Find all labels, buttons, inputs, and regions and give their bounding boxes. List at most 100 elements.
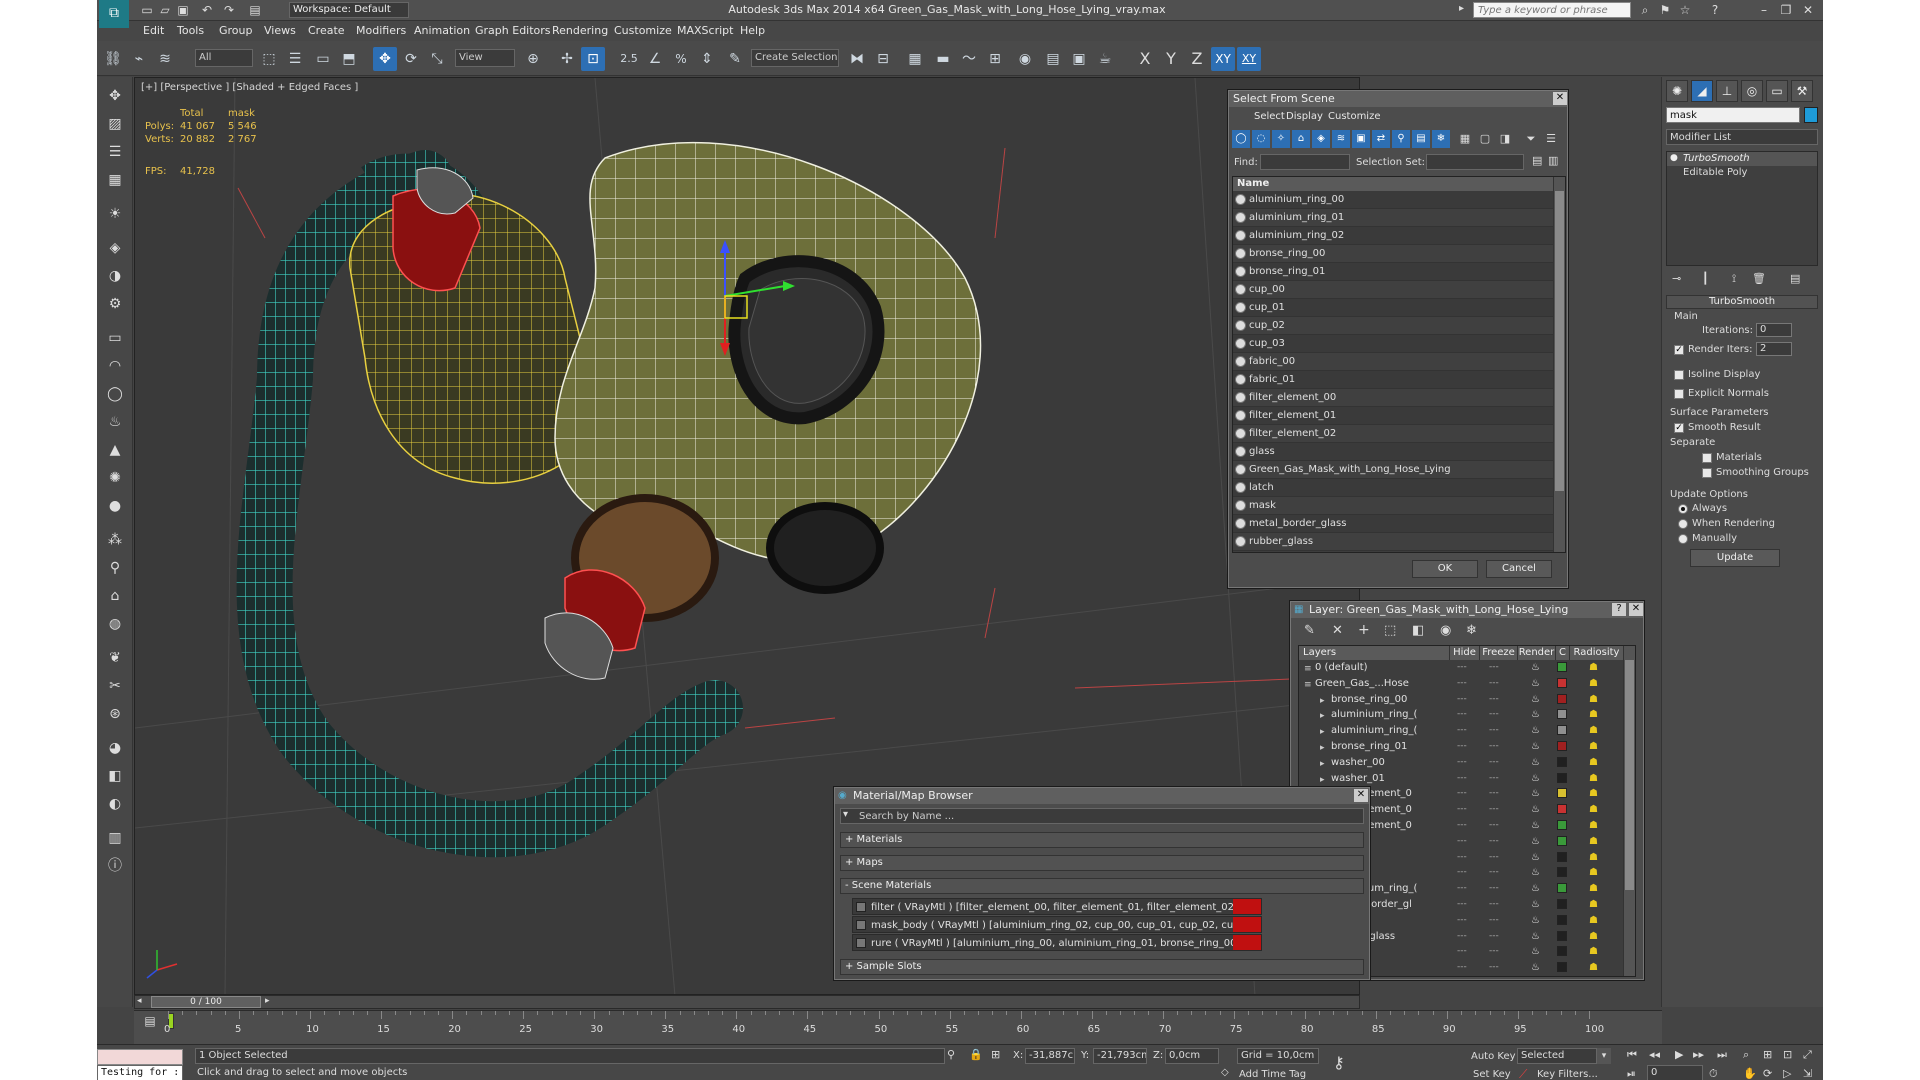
auto-key-button[interactable]: Auto Key <box>1471 1051 1516 1062</box>
sfs-list-item[interactable]: aluminium_ring_01 <box>1233 209 1553 227</box>
sfs-filter-lights-icon[interactable]: ✧ <box>1272 130 1290 148</box>
bone-icon[interactable]: ⚲ <box>104 557 126 579</box>
render-teapot-icon[interactable]: ♨ <box>1531 771 1540 786</box>
zoom-all-icon[interactable]: ⊞ <box>1763 1048 1772 1061</box>
sample-slots-section[interactable]: + Sample Slots <box>840 959 1364 975</box>
layer-color-swatch[interactable] <box>1557 788 1567 799</box>
freeze-toggle[interactable]: --- <box>1489 786 1499 801</box>
radiosity-lamp-icon[interactable]: ☗ <box>1589 660 1598 675</box>
particles-icon[interactable]: ⁂ <box>104 529 126 551</box>
radiosity-lamp-icon[interactable]: ☗ <box>1589 723 1598 738</box>
render-teapot-icon[interactable]: ♨ <box>1531 692 1540 707</box>
workspace-dropdown[interactable]: Workspace: Default <box>289 2 409 18</box>
radiosity-lamp-icon[interactable]: ☗ <box>1589 960 1598 975</box>
maxscript-listener-mini[interactable]: Testing for : <box>97 1065 183 1080</box>
hide-toggle[interactable]: --- <box>1457 960 1467 975</box>
x-coord-field[interactable]: -31,887cm <box>1025 1048 1075 1064</box>
sfs-hierarchy-icon[interactable]: ☰ <box>1542 130 1560 148</box>
freeze-toggle[interactable]: --- <box>1489 881 1499 896</box>
pan-icon[interactable]: ✋ <box>1743 1067 1757 1080</box>
dynamics-icon[interactable]: ⊛ <box>104 703 126 725</box>
materials-section[interactable]: + Materials <box>840 832 1364 848</box>
sfs-list-item[interactable]: aluminium_ring_00 <box>1233 191 1553 209</box>
time-slider-thumb[interactable]: 0 / 100 <box>151 996 261 1008</box>
mini-curve-editor-icon[interactable]: ▤ <box>136 1014 164 1030</box>
hide-toggle[interactable]: --- <box>1457 739 1467 754</box>
sfs-filter-helpers-icon[interactable]: ◈ <box>1312 130 1330 148</box>
subscription-icon[interactable]: ⚑ <box>1657 2 1673 18</box>
layer-color-swatch[interactable] <box>1557 962 1567 973</box>
freeze-toggle[interactable]: --- <box>1489 865 1499 880</box>
absolute-mode-icon[interactable]: ⊞ <box>991 1048 1000 1061</box>
select-by-name-icon[interactable]: ☰ <box>283 47 307 71</box>
sfs-select-all-icon[interactable]: ▦ <box>1456 130 1474 148</box>
key-mode-toggle-icon[interactable]: ⏯ <box>1627 1067 1636 1080</box>
axis-z-button[interactable]: Z <box>1185 47 1209 71</box>
list-icon[interactable]: ☰ <box>104 141 126 163</box>
radiosity-lamp-icon[interactable]: ☗ <box>1589 786 1598 801</box>
layer-delete-icon[interactable]: ✕ <box>1332 623 1343 638</box>
layer-color-swatch[interactable] <box>1557 851 1567 862</box>
layer-color-swatch[interactable] <box>1557 756 1567 767</box>
angle-snap-icon[interactable]: ∠ <box>643 47 667 71</box>
freeze-toggle[interactable]: --- <box>1489 676 1499 691</box>
help-search-input[interactable]: Type a keyword or phrase <box>1473 2 1631 18</box>
layer-dialog-title[interactable]: Layer: Green_Gas_Mask_with_Long_Hose_Lyi… <box>1291 602 1643 618</box>
hide-toggle[interactable]: --- <box>1457 755 1467 770</box>
modify-tab-icon[interactable]: ◢ <box>1691 80 1713 102</box>
layer-color-swatch[interactable] <box>1557 725 1567 736</box>
sfs-list-item[interactable]: Green_Gas_Mask_with_Long_Hose_Lying <box>1233 461 1553 479</box>
material-search-input[interactable]: Search by Name ... <box>840 808 1364 824</box>
sfs-filter-geometry-icon[interactable]: ◯ <box>1232 130 1250 148</box>
freeze-toggle[interactable]: --- <box>1489 834 1499 849</box>
bind-space-warp-icon[interactable]: ≋ <box>153 47 177 71</box>
sfs-set-add-icon[interactable]: ▥ <box>1548 154 1558 167</box>
set-key-button[interactable]: Set Key <box>1473 1069 1511 1080</box>
render-teapot-icon[interactable]: ♨ <box>1531 881 1540 896</box>
sfs-list-item[interactable]: fabric_00 <box>1233 353 1553 371</box>
select-from-scene-title[interactable]: Select From Scene <box>1229 91 1567 107</box>
ref-coord-dropdown[interactable]: View <box>455 49 515 67</box>
sfs-cancel-button[interactable]: Cancel <box>1486 560 1552 578</box>
hemisphere-icon[interactable]: ◠ <box>104 355 126 377</box>
layer-col-radiosity[interactable]: Radiosity <box>1569 646 1623 660</box>
maximize-viewport-icon[interactable]: ⤢ <box>1803 1048 1812 1062</box>
hide-toggle[interactable]: --- <box>1457 771 1467 786</box>
hide-toggle[interactable]: --- <box>1457 834 1467 849</box>
restore-icon[interactable]: ❐ <box>1777 1 1795 19</box>
sfs-list-item[interactable]: filter_element_02 <box>1233 425 1553 443</box>
hide-toggle[interactable]: --- <box>1457 707 1467 722</box>
render-teapot-icon[interactable]: ♨ <box>1531 723 1540 738</box>
plane-icon[interactable]: ▭ <box>104 327 126 349</box>
configure-sets-icon[interactable]: ▤ <box>1790 272 1800 285</box>
sfs-select-invert-icon[interactable]: ◨ <box>1496 130 1514 148</box>
modifier-list-dropdown[interactable]: Modifier List <box>1666 129 1818 145</box>
sfs-filter-shapes-icon[interactable]: ◌ <box>1252 130 1270 148</box>
layer-color-swatch[interactable] <box>1557 883 1567 894</box>
binoculars-icon[interactable]: ⌕ <box>1637 2 1653 18</box>
menu-rendering[interactable]: Rendering <box>552 24 608 37</box>
render-teapot-icon[interactable]: ♨ <box>1531 929 1540 944</box>
sfs-filter-xrefs-icon[interactable]: ⇄ <box>1372 130 1390 148</box>
rect-selection-icon[interactable]: ▭ <box>311 47 335 71</box>
mirror-icon[interactable]: ⧓ <box>845 47 869 71</box>
axis-x-button[interactable]: X <box>1133 47 1157 71</box>
time-config-icon[interactable]: ⏱ <box>1709 1067 1718 1080</box>
render-setup-icon[interactable]: ▤ <box>1041 47 1065 71</box>
sfs-list-item[interactable]: rubber_glass <box>1233 533 1553 551</box>
zoom-extents-icon[interactable]: ⊡ <box>1783 1048 1792 1061</box>
render-teapot-icon[interactable]: ♨ <box>1531 960 1540 975</box>
prev-frame-icon[interactable]: ◂◂ <box>1649 1048 1660 1061</box>
teapot-icon[interactable]: ♨ <box>104 411 126 433</box>
sfs-filter-warps-icon[interactable]: ≋ <box>1332 130 1350 148</box>
create-tab-icon[interactable]: ✺ <box>1666 80 1688 102</box>
viewport-label[interactable]: [+] [Perspective ] [Shaded + Edged Faces… <box>141 82 358 93</box>
turbosmooth-rollout-header[interactable]: TurboSmooth <box>1666 295 1818 309</box>
sfs-list-item[interactable]: metal_border_glass <box>1233 515 1553 533</box>
always-radio[interactable] <box>1678 504 1688 514</box>
grid-icon[interactable]: ▦ <box>104 169 126 191</box>
hide-toggle[interactable]: --- <box>1457 913 1467 928</box>
menu-group[interactable]: Group <box>219 24 253 37</box>
script-icon[interactable]: ▥ <box>104 827 126 849</box>
freeze-toggle[interactable]: --- <box>1489 850 1499 865</box>
